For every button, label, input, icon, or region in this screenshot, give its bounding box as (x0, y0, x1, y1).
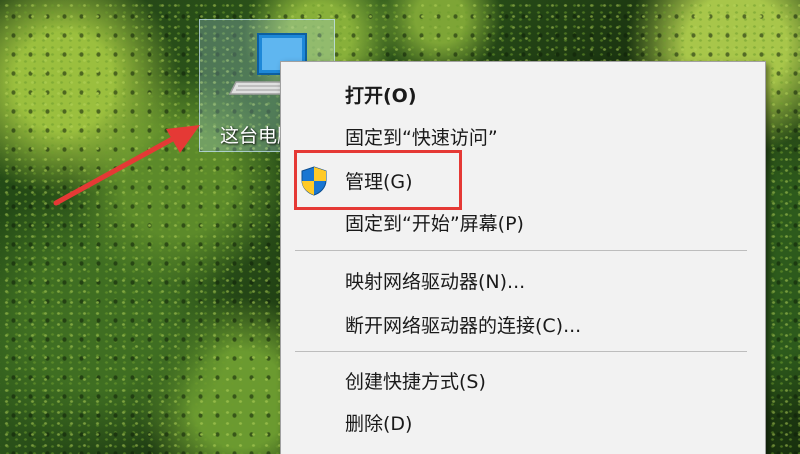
menu-item-open[interactable]: 打开(O) (281, 72, 765, 116)
menu-item-label: 固定到“快速访问” (345, 126, 498, 149)
menu-item-create-shortcut[interactable]: 创建快捷方式(S) (281, 358, 765, 402)
menu-item-label: 创建快捷方式(S) (345, 370, 486, 393)
context-menu: 打开(O) 固定到“快速访问” 管理(G) 固定到“开始”屏幕(P) 映射网络驱… (280, 61, 766, 454)
red-arrow-annotation (53, 125, 200, 206)
menu-item-disconnect-drive[interactable]: 断开网络驱动器的连接(C)... (281, 302, 765, 346)
uac-shield-icon (301, 166, 327, 196)
menu-item-manage[interactable]: 管理(G) (281, 158, 765, 202)
menu-item-pin-start[interactable]: 固定到“开始”屏幕(P) (281, 200, 765, 244)
menu-item-label: 管理(G) (345, 170, 413, 193)
menu-item-map-drive[interactable]: 映射网络驱动器(N)... (281, 258, 765, 302)
menu-item-label: 打开(O) (345, 84, 417, 107)
menu-item-label: 固定到“开始”屏幕(P) (345, 212, 524, 235)
menu-item-label: 断开网络驱动器的连接(C)... (345, 314, 582, 337)
menu-item-pin-quick-access[interactable]: 固定到“快速访问” (281, 114, 765, 158)
menu-item-label: 映射网络驱动器(N)... (345, 270, 526, 293)
menu-separator (295, 250, 747, 251)
menu-separator (295, 351, 747, 352)
menu-item-label: 删除(D) (345, 412, 413, 435)
menu-item-delete[interactable]: 删除(D) (281, 400, 765, 444)
